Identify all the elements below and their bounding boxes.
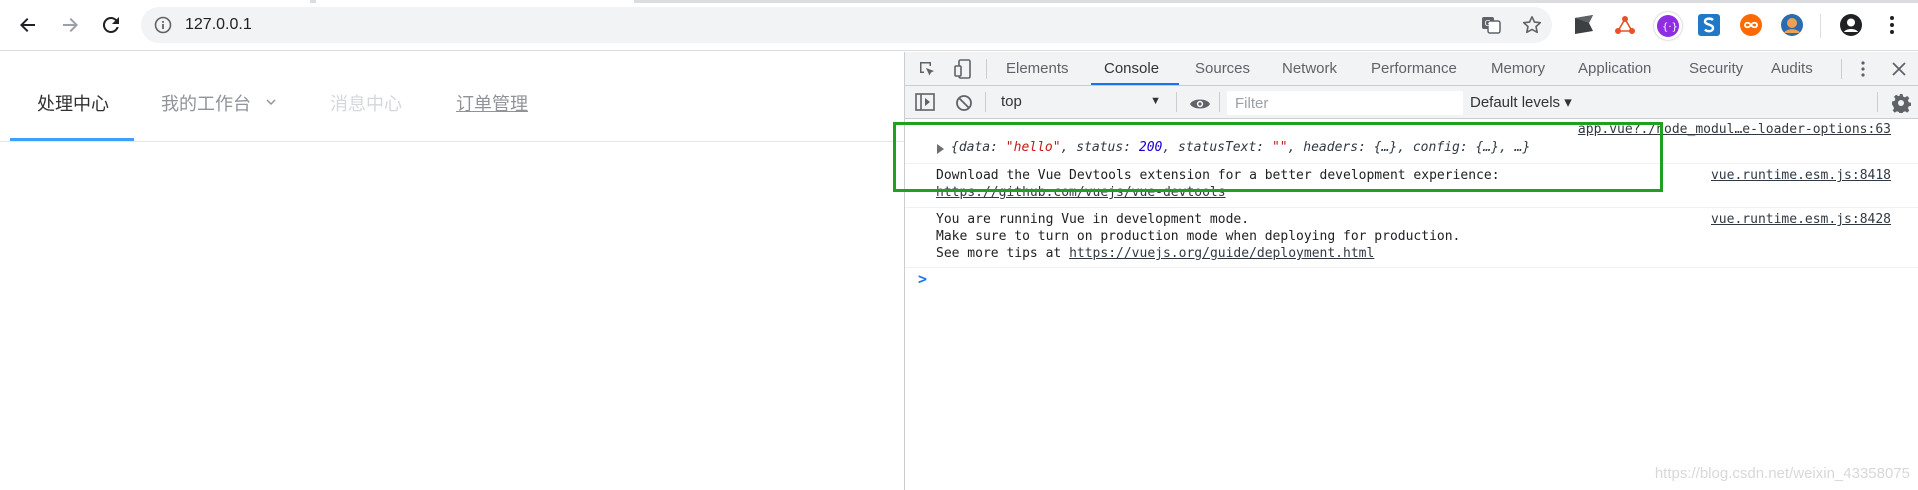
message-link[interactable]: https://vuejs.org/guide/deployment.html — [1069, 246, 1374, 261]
sidebar-toggle-icon[interactable] — [915, 93, 935, 115]
more-options-icon[interactable] — [1860, 60, 1866, 82]
tab-edge — [310, 0, 316, 3]
context-value: top — [1001, 93, 1022, 110]
console-message: vue.runtime.esm.js:8428 You are running … — [905, 208, 1918, 268]
toolbar-separator — [985, 92, 986, 112]
svg-text:G: G — [1485, 19, 1491, 28]
back-button[interactable] — [14, 11, 42, 39]
tab-performance[interactable]: Performance — [1371, 60, 1457, 77]
selected-tab-indicator — [1091, 83, 1179, 85]
info-icon[interactable] — [154, 16, 172, 38]
tab-console[interactable]: Console — [1104, 60, 1159, 77]
console-prompt-icon[interactable]: > — [918, 270, 927, 288]
toolbar-divider — [1820, 14, 1821, 38]
extension-infinity-icon[interactable] — [1739, 13, 1763, 37]
toolbar-separator — [1877, 92, 1878, 112]
message-text-prefix: See more tips at — [936, 246, 1070, 261]
forward-icon — [63, 18, 78, 32]
menu-item-order-management[interactable]: 订单管理 — [456, 90, 528, 116]
profile-icon[interactable] — [1839, 13, 1863, 37]
log-levels-dropdown[interactable]: Default levels ▾ — [1470, 93, 1572, 111]
message-text: See more tips at https://vuejs.org/guide… — [936, 246, 1374, 261]
tab-application[interactable]: Application — [1578, 60, 1651, 77]
nav-menu: 处理中心 我的工作台 消息中心 订单管理 — [0, 52, 904, 142]
toolbar-separator — [1176, 92, 1177, 112]
toolbar-separator — [1841, 59, 1842, 79]
chevron-down-icon — [266, 99, 276, 105]
extension-network-icon[interactable] — [1613, 13, 1637, 37]
dropdown-arrow-icon: ▼ — [1150, 95, 1161, 107]
reload-icon — [102, 16, 119, 33]
web-page: 处理中心 我的工作台 消息中心 订单管理 — [0, 52, 904, 490]
address-bar[interactable]: 127.0.0.1 G — [141, 7, 1552, 43]
menu-icon[interactable] — [1880, 13, 1904, 37]
eye-icon[interactable] — [1189, 96, 1211, 115]
tab-memory[interactable]: Memory — [1491, 60, 1545, 77]
extension-s-icon[interactable] — [1697, 13, 1721, 37]
message-source-link[interactable]: vue.runtime.esm.js:8418 — [1711, 168, 1891, 183]
toolbar-separator — [1219, 92, 1220, 112]
svg-text:{·}: {·} — [1662, 22, 1678, 33]
menu-item-message-center: 消息中心 — [330, 94, 402, 115]
toolbar-separator — [986, 59, 987, 79]
tab-security[interactable]: Security — [1689, 60, 1743, 77]
back-icon — [20, 18, 35, 32]
menu-item-label: 我的工作台 — [161, 94, 251, 115]
extension-active-icon[interactable]: {·} — [1654, 12, 1682, 40]
watermark: https://blog.csdn.net/weixin_43358075 — [1654, 465, 1910, 482]
menu-item-workbench[interactable]: 我的工作台 — [161, 90, 277, 116]
extension-flag-icon[interactable] — [1572, 13, 1596, 37]
reload-button[interactable] — [97, 11, 125, 39]
devtools-panel: Elements Console Sources Network Perform… — [904, 52, 1918, 490]
message-text: Make sure to turn on production mode whe… — [936, 229, 1461, 244]
translate-icon[interactable]: G — [1481, 15, 1501, 35]
console-toolbar: top ▼ Default levels ▾ — [905, 86, 1918, 119]
message-source-link[interactable]: vue.runtime.esm.js:8428 — [1711, 212, 1891, 227]
inspect-element-icon[interactable] — [917, 59, 937, 83]
highlight-box — [893, 122, 1663, 192]
message-text: You are running Vue in development mode. — [936, 212, 1250, 227]
close-icon[interactable] — [1891, 61, 1907, 81]
gear-icon[interactable] — [1891, 93, 1912, 117]
url-text[interactable]: 127.0.0.1 — [185, 16, 252, 34]
forward-button[interactable] — [56, 11, 84, 39]
tab-elements[interactable]: Elements — [1006, 60, 1069, 77]
context-selector[interactable]: top ▼ — [995, 92, 1165, 114]
devtools-tab-bar: Elements Console Sources Network Perform… — [905, 52, 1918, 86]
clear-console-icon[interactable] — [955, 94, 973, 116]
tab-edge — [634, 0, 1918, 3]
menu-item-processing-center[interactable]: 处理中心 — [37, 90, 109, 116]
extension-avatar-icon[interactable] — [1780, 13, 1804, 37]
filter-input[interactable] — [1227, 91, 1463, 115]
active-indicator — [10, 138, 134, 141]
browser-toolbar: 127.0.0.1 G {·} — [0, 0, 1918, 51]
tab-audits[interactable]: Audits — [1771, 60, 1813, 77]
tab-sources[interactable]: Sources — [1195, 60, 1250, 77]
star-icon[interactable] — [1522, 15, 1542, 35]
tab-network[interactable]: Network — [1282, 60, 1337, 77]
filter-input-box[interactable] — [1227, 91, 1463, 115]
device-toolbar-icon[interactable] — [953, 58, 973, 84]
